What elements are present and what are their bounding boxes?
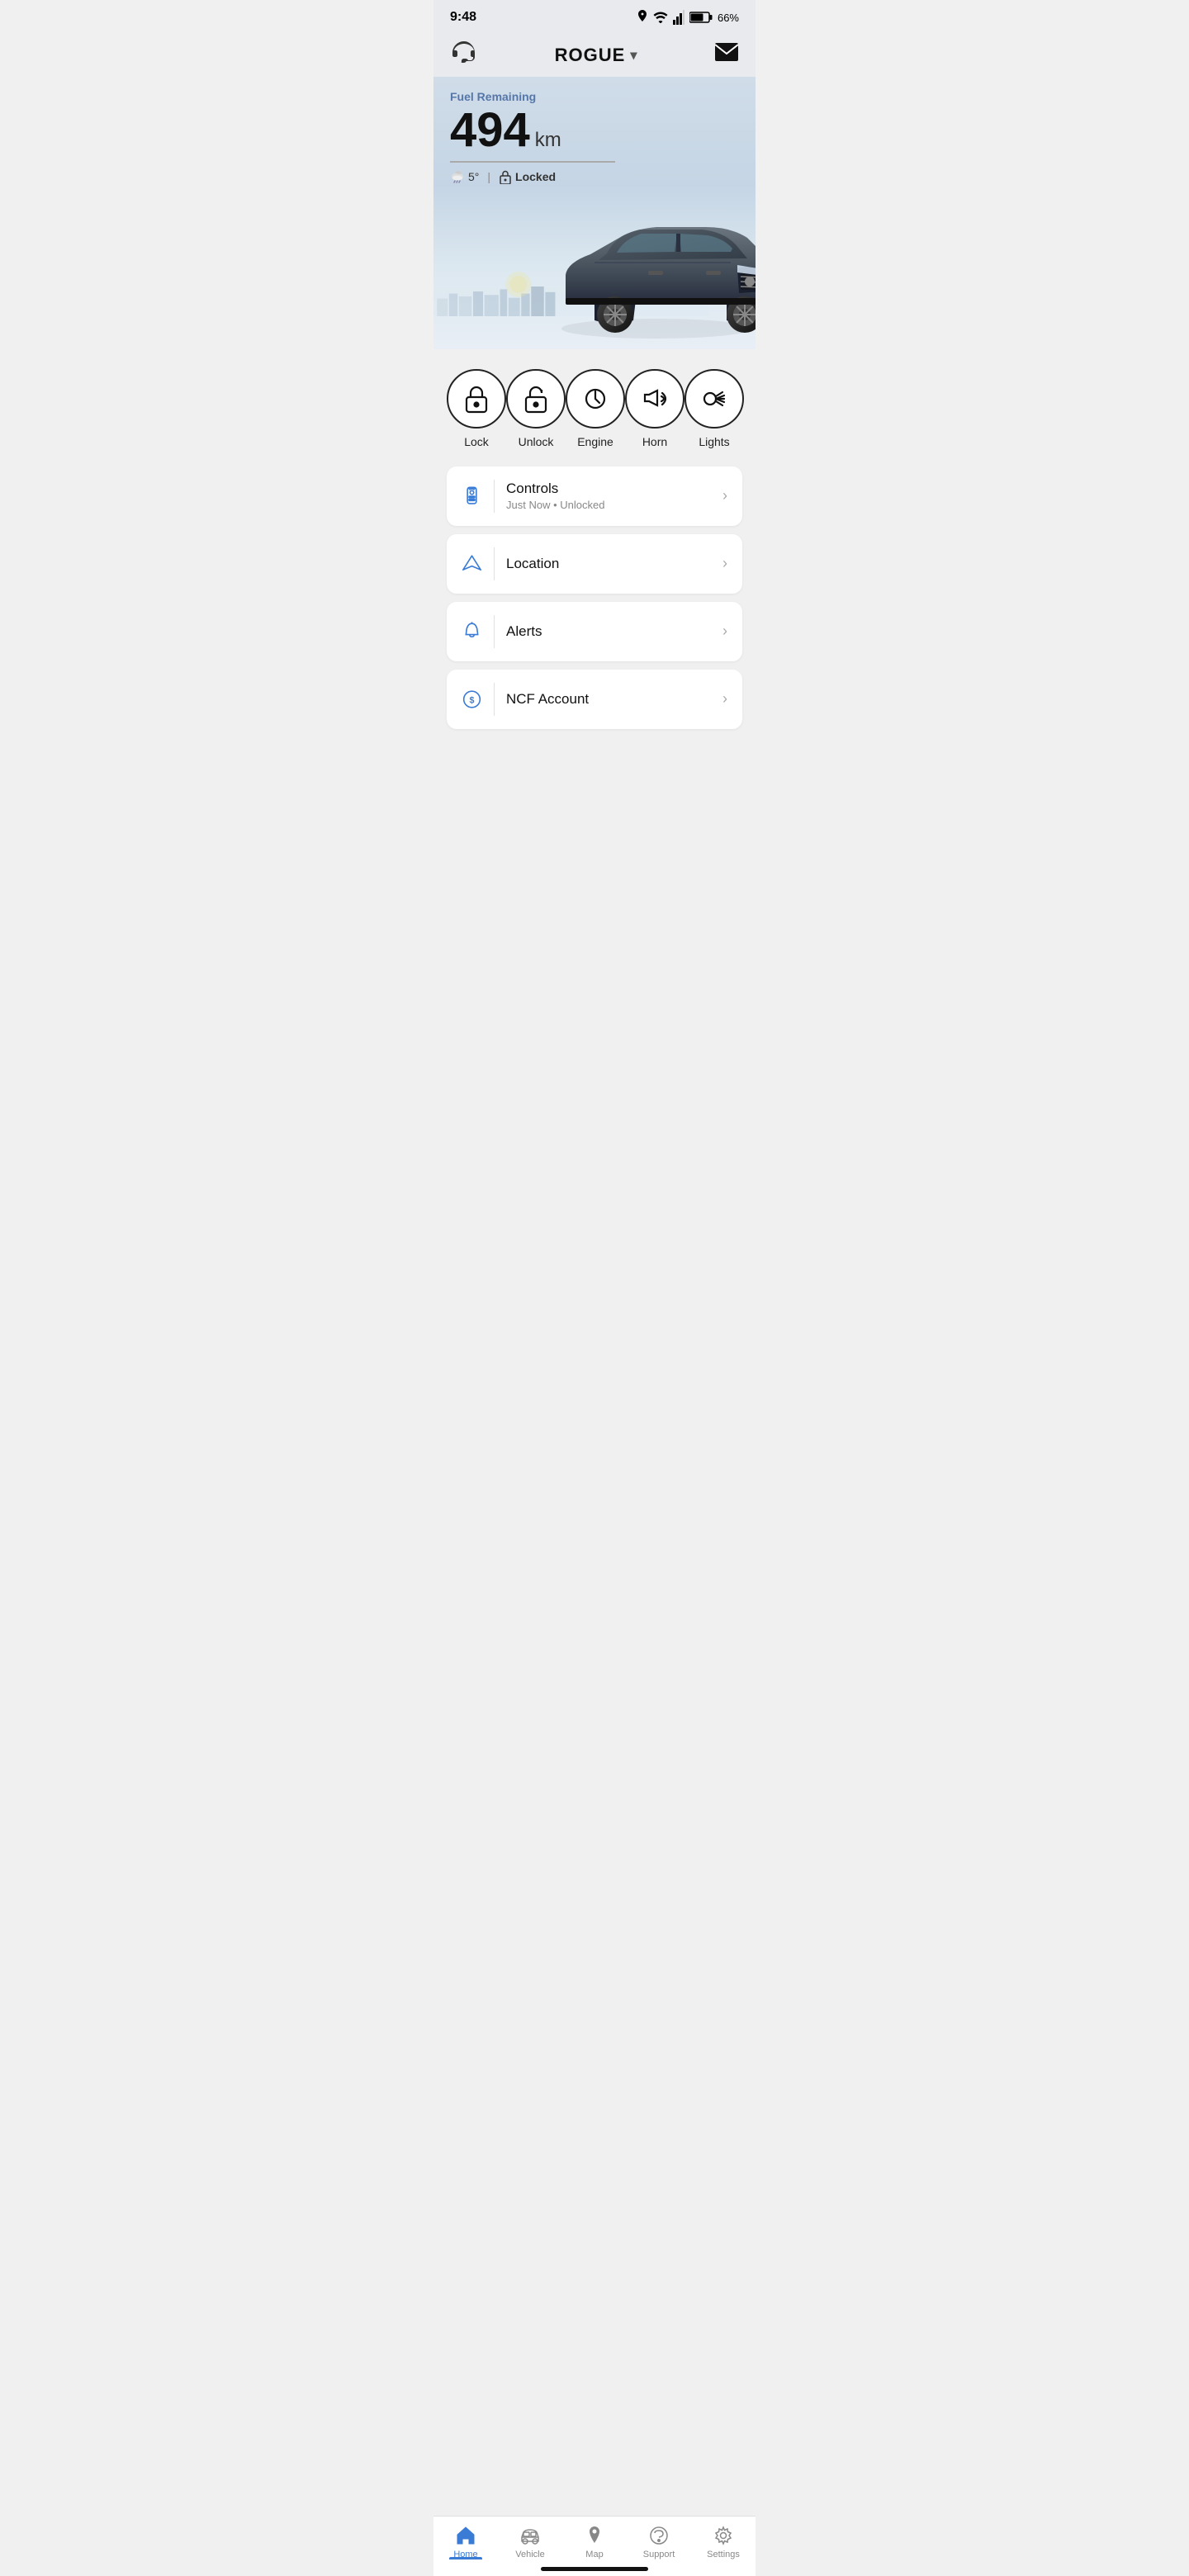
ncf-arrow: › — [722, 690, 727, 708]
fuel-divider — [450, 161, 615, 163]
car-image — [549, 192, 756, 341]
unlock-label: Unlock — [519, 435, 554, 448]
controls-row: Lock Unlock Engine — [447, 369, 742, 448]
wifi-icon — [653, 12, 668, 23]
engine-button[interactable]: Engine — [566, 369, 625, 448]
lock-status: Locked — [515, 170, 556, 183]
nav-vehicle[interactable]: Vehicle — [498, 2525, 562, 2559]
fuel-amount: 494 km — [450, 107, 739, 154]
location-icon — [637, 10, 648, 25]
ncf-title: NCF Account — [506, 691, 711, 708]
controls-icon — [462, 480, 495, 513]
menu-section: Controls Just Now • Unlocked › Location … — [433, 458, 756, 795]
alerts-menu-item[interactable]: Alerts › — [447, 602, 742, 661]
unlock-button[interactable]: Unlock — [506, 369, 566, 448]
lock-button[interactable]: Lock — [447, 369, 506, 448]
weather-info: 5° — [450, 170, 479, 183]
controls-text: Controls Just Now • Unlocked — [506, 481, 711, 511]
engine-circle — [566, 369, 625, 429]
svg-text:$: $ — [470, 695, 475, 705]
nav-active-line — [449, 2557, 482, 2559]
lock-label: Lock — [464, 435, 489, 448]
support-icon — [648, 2525, 670, 2546]
controls-section: Lock Unlock Engine — [433, 349, 756, 458]
unlock-circle — [506, 369, 566, 429]
nav-support[interactable]: Support — [627, 2525, 691, 2559]
map-icon — [584, 2525, 605, 2546]
nav-map-label: Map — [585, 2550, 603, 2559]
location-menu-item[interactable]: Location › — [447, 534, 742, 594]
status-time: 9:48 — [450, 10, 476, 25]
ncf-menu-item[interactable]: $ NCF Account › — [447, 670, 742, 729]
fuel-unit: km — [535, 130, 561, 150]
lights-button[interactable]: Lights — [685, 369, 744, 448]
lock-info: Locked — [499, 169, 556, 184]
lock-status-icon — [499, 169, 512, 184]
status-divider: | — [487, 170, 490, 183]
location-text: Location — [506, 556, 711, 572]
nav-settings-label: Settings — [707, 2550, 740, 2559]
hero-section: Fuel Remaining 494 km 5° | — [433, 77, 756, 349]
hero-content: Fuel Remaining 494 km 5° | — [450, 90, 739, 184]
headset-icon[interactable] — [450, 40, 478, 70]
lock-circle — [447, 369, 506, 429]
nav-home[interactable]: Home — [433, 2525, 498, 2559]
nav-vehicle-label: Vehicle — [515, 2550, 544, 2559]
weather-icon — [450, 170, 465, 183]
alerts-arrow: › — [722, 623, 727, 640]
vehicle-selector[interactable]: ROGUE ▾ — [555, 45, 638, 66]
signal-icon — [673, 10, 685, 25]
controls-title: Controls — [506, 481, 711, 497]
lights-circle — [685, 369, 744, 429]
controls-menu-item[interactable]: Controls Just Now • Unlocked › — [447, 466, 742, 526]
settings-icon — [713, 2525, 734, 2546]
nav-map[interactable]: Map — [562, 2525, 627, 2559]
vehicle-icon — [519, 2525, 541, 2546]
battery-percent: 66% — [718, 12, 739, 24]
alerts-text: Alerts — [506, 623, 711, 640]
controls-arrow: › — [722, 487, 727, 504]
home-icon — [455, 2525, 476, 2546]
lights-label: Lights — [699, 435, 729, 448]
home-indicator — [541, 2567, 648, 2571]
battery-icon — [689, 12, 713, 23]
location-arrow: › — [722, 555, 727, 572]
location-icon — [462, 547, 495, 580]
nav-support-label: Support — [643, 2550, 675, 2559]
temperature: 5° — [468, 170, 479, 183]
status-icons: 66% — [637, 10, 739, 25]
fuel-label: Fuel Remaining — [450, 90, 739, 103]
header: ROGUE ▾ — [433, 31, 756, 77]
fuel-value: 494 — [450, 107, 530, 154]
controls-subtitle: Just Now • Unlocked — [506, 499, 711, 511]
horn-label: Horn — [642, 435, 667, 448]
ncf-icon: $ — [462, 683, 495, 716]
engine-label: Engine — [577, 435, 613, 448]
status-bar: 9:48 66% — [433, 0, 756, 31]
horn-circle — [625, 369, 685, 429]
hero-status: 5° | Locked — [450, 169, 739, 184]
ncf-text: NCF Account — [506, 691, 711, 708]
alerts-icon — [462, 615, 495, 648]
mail-icon[interactable] — [714, 42, 739, 68]
nav-settings[interactable]: Settings — [691, 2525, 756, 2559]
alerts-title: Alerts — [506, 623, 711, 640]
vehicle-name: ROGUE — [555, 45, 626, 66]
horn-button[interactable]: Horn — [625, 369, 685, 448]
location-title: Location — [506, 556, 711, 572]
vehicle-chevron: ▾ — [630, 47, 637, 64]
